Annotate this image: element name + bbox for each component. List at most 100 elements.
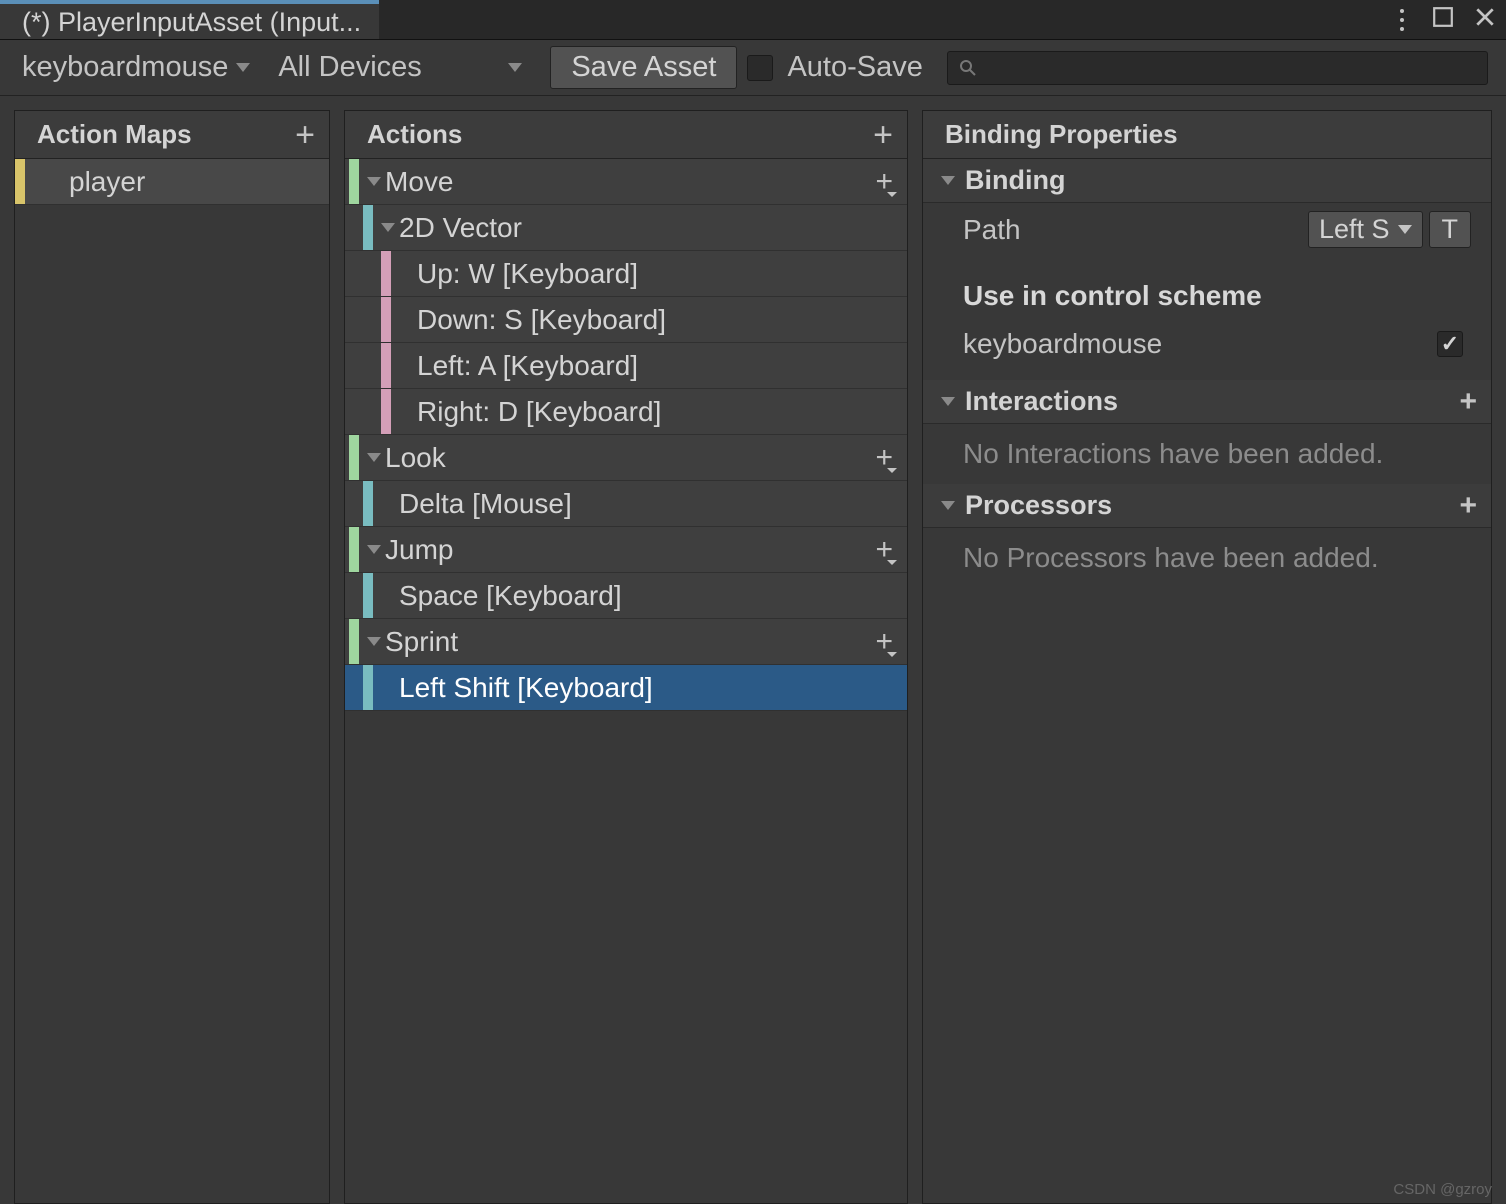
action-map-label: player <box>69 166 145 198</box>
action-sprint[interactable]: Sprint + <box>345 619 907 665</box>
control-scheme-value: keyboardmouse <box>22 51 228 84</box>
binding-right[interactable]: Right: D [Keyboard] <box>345 389 907 435</box>
save-asset-button[interactable]: Save Asset <box>550 46 737 89</box>
color-bar <box>381 297 391 342</box>
foldout-icon <box>937 391 959 413</box>
main-area: Action Maps + player Actions + Move + <box>0 96 1506 1204</box>
binding-down[interactable]: Down: S [Keyboard] <box>345 297 907 343</box>
action-maps-list: player <box>15 159 329 1203</box>
close-icon[interactable] <box>1474 4 1496 35</box>
control-scheme-name: keyboardmouse <box>963 328 1162 360</box>
action-move[interactable]: Move + <box>345 159 907 205</box>
binding-label: Space [Keyboard] <box>399 580 622 612</box>
binding-section-header[interactable]: Binding <box>923 159 1491 203</box>
binding-label: Up: W [Keyboard] <box>417 258 638 290</box>
binding-label: Right: D [Keyboard] <box>417 396 661 428</box>
interactions-section-label: Interactions <box>965 386 1118 417</box>
toolbar: keyboardmouse All Devices Save Asset Aut… <box>0 40 1506 96</box>
composite-label: 2D Vector <box>399 212 522 244</box>
watermark: CSDN @gzroy <box>1393 1181 1492 1198</box>
add-binding-button[interactable]: + <box>875 625 893 659</box>
add-action-map-button[interactable]: + <box>295 118 315 152</box>
binding-left-shift[interactable]: Left Shift [Keyboard] <box>345 665 907 711</box>
binding-up[interactable]: Up: W [Keyboard] <box>345 251 907 297</box>
action-jump[interactable]: Jump + <box>345 527 907 573</box>
actions-header: Actions + <box>345 111 907 159</box>
action-label: Sprint <box>385 626 458 658</box>
menu-dots-icon[interactable] <box>1400 9 1404 31</box>
color-bar <box>363 481 373 526</box>
processors-section-header[interactable]: Processors + <box>923 484 1491 528</box>
foldout-icon <box>937 170 959 192</box>
chevron-down-icon <box>1398 225 1412 234</box>
path-value: Left S <box>1319 214 1390 245</box>
color-bar <box>349 159 359 204</box>
interactions-section-header[interactable]: Interactions + <box>923 380 1491 424</box>
binding-properties-title: Binding Properties <box>945 119 1178 150</box>
search-icon <box>958 58 978 78</box>
processors-empty: No Processors have been added. <box>923 528 1491 588</box>
foldout-icon[interactable] <box>363 631 385 653</box>
add-interaction-button[interactable]: + <box>1459 385 1477 419</box>
binding-label: Delta [Mouse] <box>399 488 572 520</box>
search-input[interactable] <box>947 51 1488 85</box>
tab-bar: (*) PlayerInputAsset (Input... <box>0 0 1506 40</box>
save-asset-label: Save Asset <box>571 51 716 83</box>
add-binding-button[interactable]: + <box>875 165 893 199</box>
action-map-item[interactable]: player <box>15 159 329 205</box>
control-scheme-dropdown[interactable]: keyboardmouse <box>14 49 258 86</box>
color-bar <box>381 251 391 296</box>
tab-title: (*) PlayerInputAsset (Input... <box>22 7 361 38</box>
binding-section-label: Binding <box>965 165 1065 196</box>
foldout-icon[interactable] <box>363 171 385 193</box>
binding-delta[interactable]: Delta [Mouse] <box>345 481 907 527</box>
control-scheme-row: keyboardmouse <box>923 320 1491 368</box>
path-label: Path <box>963 214 1021 246</box>
binding-left[interactable]: Left: A [Keyboard] <box>345 343 907 389</box>
actions-tree: Move + 2D Vector Up: W [Keyboard] Down: … <box>345 159 907 1203</box>
action-label: Jump <box>385 534 453 566</box>
action-label: Move <box>385 166 453 198</box>
composite-2d-vector[interactable]: 2D Vector <box>345 205 907 251</box>
control-scheme-checkbox[interactable] <box>1437 331 1463 357</box>
path-dropdown[interactable]: Left S <box>1308 211 1423 248</box>
processors-section-label: Processors <box>965 490 1112 521</box>
foldout-icon[interactable] <box>363 539 385 561</box>
autosave-checkbox[interactable] <box>747 55 773 81</box>
binding-properties-body: Binding Path Left S T Use in control sch… <box>923 159 1491 1203</box>
chevron-down-icon <box>236 63 250 72</box>
add-binding-button[interactable]: + <box>875 441 893 475</box>
devices-dropdown[interactable]: All Devices <box>270 49 530 86</box>
foldout-icon <box>937 495 959 517</box>
add-action-button[interactable]: + <box>873 118 893 152</box>
action-maps-header: Action Maps + <box>15 111 329 159</box>
color-bar <box>363 205 373 250</box>
chevron-down-icon <box>508 63 522 72</box>
interactions-empty: No Interactions have been added. <box>923 424 1491 484</box>
window-controls <box>1400 0 1506 39</box>
action-maps-panel: Action Maps + player <box>14 110 330 1204</box>
color-bar <box>349 619 359 664</box>
color-bar <box>363 573 373 618</box>
window-tab[interactable]: (*) PlayerInputAsset (Input... <box>0 0 379 39</box>
binding-space[interactable]: Space [Keyboard] <box>345 573 907 619</box>
autosave-label: Auto-Save <box>787 51 922 84</box>
action-label: Look <box>385 442 446 474</box>
action-look[interactable]: Look + <box>345 435 907 481</box>
color-bar <box>381 389 391 434</box>
binding-label: Down: S [Keyboard] <box>417 304 666 336</box>
color-bar <box>349 527 359 572</box>
binding-properties-panel: Binding Properties Binding Path Left S T… <box>922 110 1492 1204</box>
maximize-icon[interactable] <box>1432 4 1454 35</box>
binding-label: Left Shift [Keyboard] <box>399 672 653 704</box>
color-bar <box>349 435 359 480</box>
path-row: Path Left S T <box>923 203 1491 256</box>
devices-value: All Devices <box>278 51 421 84</box>
color-bar <box>363 665 373 710</box>
foldout-icon[interactable] <box>363 447 385 469</box>
foldout-icon[interactable] <box>377 217 399 239</box>
listen-button[interactable]: T <box>1429 211 1472 248</box>
add-binding-button[interactable]: + <box>875 533 893 567</box>
add-processor-button[interactable]: + <box>1459 489 1477 523</box>
color-bar <box>15 159 25 204</box>
